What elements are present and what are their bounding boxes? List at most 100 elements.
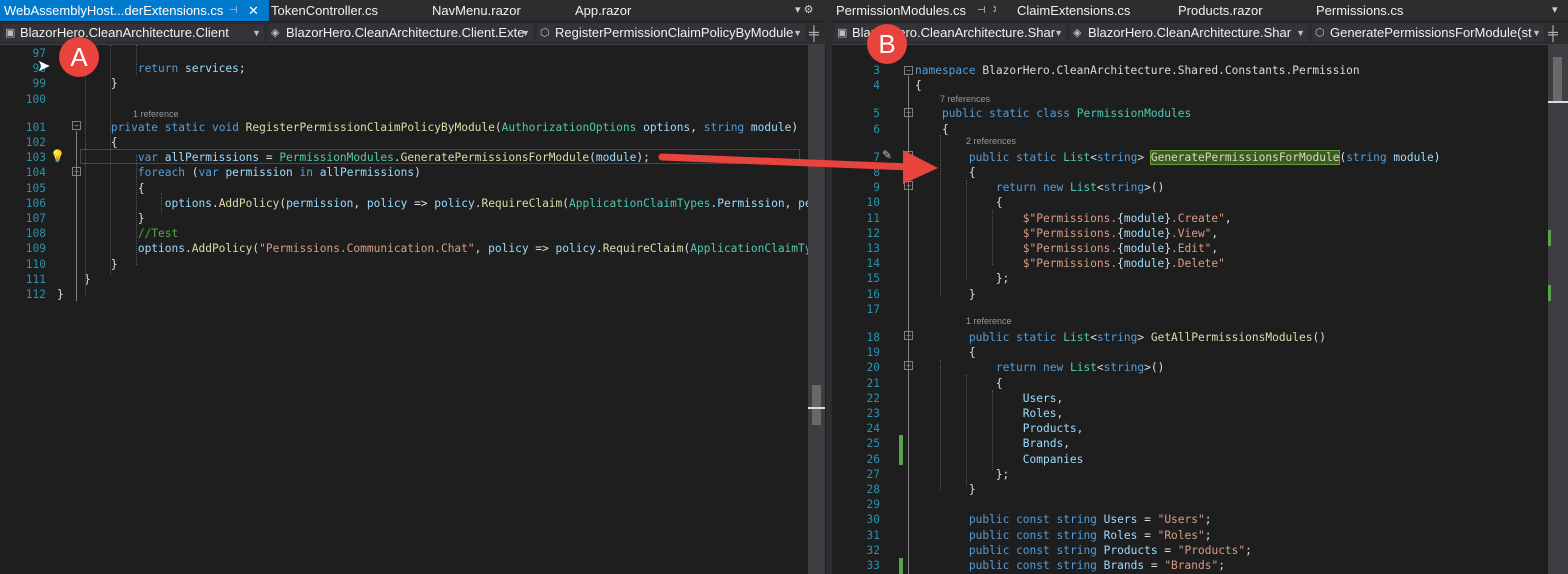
code-text: } xyxy=(57,212,145,225)
codelens-references[interactable]: 1 reference xyxy=(133,108,179,120)
pin-icon[interactable]: ⊣ xyxy=(977,0,986,21)
code-text: private static void RegisterPermissionCl… xyxy=(110,120,799,134)
line-number: 99 xyxy=(32,77,46,91)
scrollbar-thumb[interactable] xyxy=(1553,57,1562,102)
line-number: 20 xyxy=(866,361,880,375)
pin-icon[interactable]: ⊣ xyxy=(229,0,238,21)
right-navigation-bar: ▣ BlazorHero.CleanArchitecture.Shar ▼ ◈ … xyxy=(832,22,1568,45)
indent-guide xyxy=(966,180,967,280)
code-text: { xyxy=(915,196,1003,210)
code-text: } xyxy=(57,77,118,91)
callout-marker-a: A xyxy=(59,37,99,77)
member-dropdown[interactable]: ⬡ RegisterPermissionClaimPolicyByModule … xyxy=(537,24,805,42)
line-number: 33 xyxy=(866,559,880,572)
line-number: 8 xyxy=(873,166,880,179)
close-icon[interactable]: ✕ xyxy=(992,0,996,21)
csharp-project-icon: ▣ xyxy=(837,27,848,39)
class-dropdown[interactable]: ◈ BlazorHero.CleanArchitecture.Shar ▼ xyxy=(1070,24,1308,42)
code-text: } xyxy=(57,288,64,301)
tab-claimextensions[interactable]: ClaimExtensions.cs xyxy=(1013,0,1167,21)
left-code-area[interactable]: 97 98 return services; 99 } 100 101 private … xyxy=(0,45,826,574)
current-line-highlight xyxy=(80,149,800,164)
indent-guide xyxy=(136,45,137,75)
tab-app-razor[interactable]: App.razor xyxy=(571,0,685,21)
codelens-references[interactable]: 2 references xyxy=(966,135,1016,147)
line-number: 4 xyxy=(873,79,880,93)
line-number: 102 xyxy=(25,136,46,149)
code-text: { xyxy=(915,79,922,93)
code-text: return new List<string>() xyxy=(995,181,1165,195)
indent-guide xyxy=(85,45,86,295)
collapse-toggle[interactable]: − xyxy=(72,121,81,130)
line-number: 109 xyxy=(25,242,46,256)
code-text: $"Permissions.{module}.Edit", xyxy=(1022,242,1219,255)
split-window-icon[interactable]: ╪ xyxy=(809,24,819,42)
member-label: RegisterPermissionClaimPolicyByModule xyxy=(555,25,794,40)
line-number: 112 xyxy=(25,288,46,301)
line-number: 6 xyxy=(873,122,880,136)
right-code-area[interactable]: 3 namespace BlazorHero.CleanArchitecture.… xyxy=(832,45,1568,574)
line-number: 13 xyxy=(866,242,880,255)
class-icon: ◈ xyxy=(271,27,280,39)
tab-tokencontroller[interactable]: TokenController.cs xyxy=(267,0,421,21)
tab-permissions[interactable]: Permissions.cs xyxy=(1312,0,1446,21)
line-number: 29 xyxy=(866,498,880,512)
line-number: 32 xyxy=(866,543,880,557)
line-number: 3 xyxy=(873,64,880,77)
code-text: }; xyxy=(915,272,1010,286)
tab-products-razor[interactable]: Products.razor xyxy=(1174,0,1303,21)
code-text: public const string Brands = "Brands"; xyxy=(968,559,1225,572)
line-number: 10 xyxy=(866,196,880,210)
indent-guide xyxy=(136,155,137,265)
line-number: 108 xyxy=(25,227,46,241)
member-label: GeneratePermissionsForModule(st xyxy=(1330,25,1532,40)
line-number: 111 xyxy=(25,272,46,286)
line-number: 18 xyxy=(866,331,880,344)
tab-overflow-icon[interactable]: ▾ xyxy=(1552,0,1558,21)
csharp-project-icon: ▣ xyxy=(5,27,16,39)
code-text: { xyxy=(57,136,118,149)
code-text: namespace BlazorHero.CleanArchitecture.S… xyxy=(915,64,1360,77)
tab-overflow-and-settings[interactable]: ▾ ⚙ xyxy=(795,0,813,21)
class-dropdown[interactable]: ◈ BlazorHero.CleanArchitecture.Client.Ex… xyxy=(268,24,533,42)
tab-permissionmodules[interactable]: PermissionModules.cs ⊣ ✕ xyxy=(832,0,996,21)
indent-guide xyxy=(940,360,941,490)
left-editor-pane: WebAssemblyHost...derExtensions.cs ⊣ ✕ T… xyxy=(0,0,826,574)
scrollbar-thumb[interactable] xyxy=(812,385,821,425)
line-number: 100 xyxy=(25,92,46,106)
fold-line xyxy=(76,131,77,301)
tab-webassemblyhost-extensions[interactable]: WebAssemblyHost...derExtensions.cs ⊣ ✕ xyxy=(0,0,269,21)
tab-navmenu[interactable]: NavMenu.razor xyxy=(428,0,567,21)
indent-guide xyxy=(161,193,162,213)
indent-guide xyxy=(992,210,993,265)
scrollbar-change-marker xyxy=(1548,230,1551,246)
tab-label: PermissionModules.cs xyxy=(836,3,967,18)
code-text: { xyxy=(915,376,1003,390)
tab-label: TokenController.cs xyxy=(271,3,378,18)
code-text: Roles, xyxy=(1022,407,1064,420)
tab-label: Products.razor xyxy=(1178,3,1263,18)
method-icon: ⬡ xyxy=(1315,27,1325,39)
tab-label: App.razor xyxy=(575,3,632,18)
codelens-references[interactable]: 1 reference xyxy=(966,315,1012,327)
code-text: public const string Products = "Products… xyxy=(968,543,1252,557)
split-window-icon[interactable]: ╪ xyxy=(1548,24,1558,42)
line-number: 16 xyxy=(866,287,880,301)
member-dropdown[interactable]: ⬡ GeneratePermissionsForModule(st ▼ xyxy=(1312,24,1544,42)
edit-pencil-icon: ✎ xyxy=(882,148,893,162)
code-text: public static class PermissionModules xyxy=(941,107,1192,121)
class-label: BlazorHero.CleanArchitecture.Client.Exte xyxy=(286,25,525,40)
close-icon[interactable]: ✕ xyxy=(248,0,259,21)
chevron-down-icon: ▼ xyxy=(252,28,261,38)
line-number: 106 xyxy=(25,196,46,210)
line-number: 23 xyxy=(866,407,880,420)
tab-label: ClaimExtensions.cs xyxy=(1017,3,1131,18)
codelens-references[interactable]: 7 references xyxy=(940,93,990,105)
left-vertical-scrollbar[interactable] xyxy=(808,45,825,574)
project-dropdown[interactable]: ▣ BlazorHero.CleanArchitecture.Client ▼ xyxy=(2,24,264,42)
line-number: 25 xyxy=(866,437,880,451)
lightbulb-icon[interactable]: 💡 xyxy=(50,149,65,164)
code-text: { xyxy=(57,181,145,195)
right-vertical-scrollbar[interactable] xyxy=(1548,45,1568,574)
collapse-toggle[interactable]: − xyxy=(904,66,913,75)
